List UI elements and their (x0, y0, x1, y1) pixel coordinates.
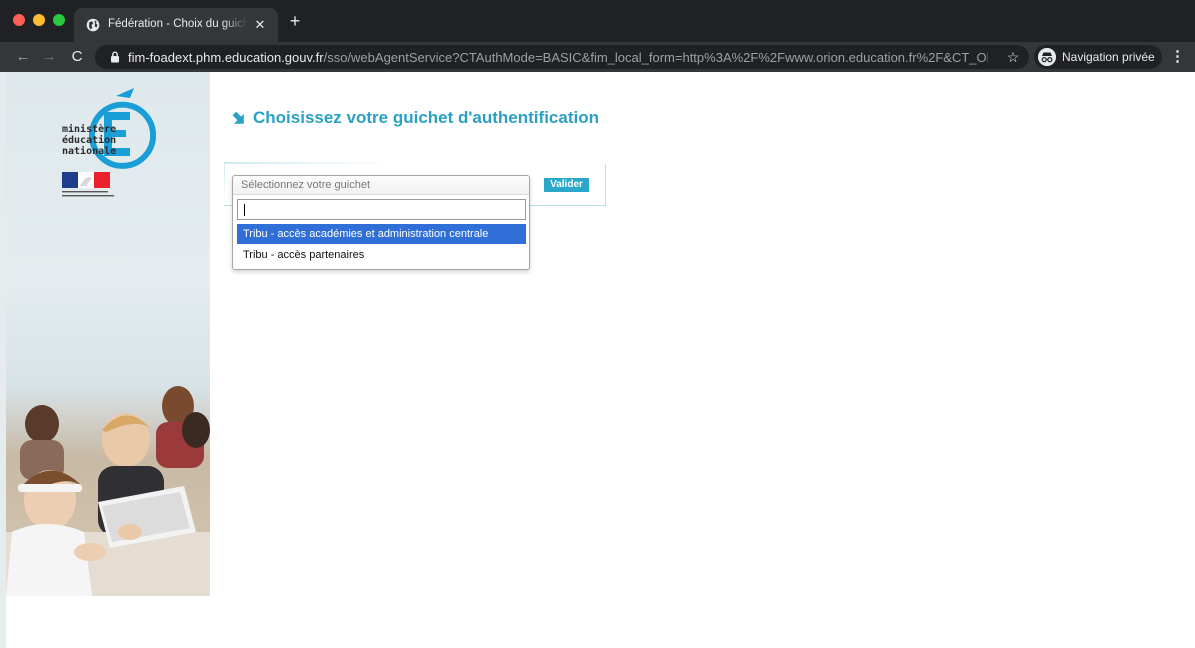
incognito-icon (1038, 48, 1056, 66)
minimize-window-button[interactable] (33, 14, 45, 26)
incognito-indicator[interactable]: Navigation privée (1034, 45, 1162, 69)
flag-caption-icon (62, 191, 114, 197)
close-window-button[interactable] (13, 14, 25, 26)
ministry-logo-text: ministère éducation nationale (62, 124, 116, 157)
url-text[interactable]: fim-foadext.phm.education.gouv.fr/sso/we… (128, 50, 988, 65)
maximize-window-button[interactable] (53, 14, 65, 26)
reload-icon[interactable]: C (68, 48, 86, 66)
guichet-select-current[interactable]: Sélectionnez votre guichet (233, 176, 529, 195)
guichet-search-input[interactable] (237, 199, 526, 220)
text-caret (244, 204, 245, 216)
guichet-select-dropdown[interactable]: Sélectionnez votre guichet Tribu - accès… (232, 175, 530, 270)
new-tab-button[interactable]: + (287, 12, 303, 30)
back-arrow-icon[interactable]: ← (14, 48, 32, 66)
close-tab-icon[interactable]: ✕ (252, 17, 268, 33)
arrow-down-right-icon (232, 112, 244, 124)
page-content: ministère éducation nationale Choisissez… (0, 72, 1195, 648)
browser-toolbar: ← → C fim-foadext.phm.education.gouv.fr/… (0, 42, 1195, 72)
incognito-label: Navigation privée (1062, 50, 1155, 64)
logo-line-3: nationale (62, 146, 117, 157)
lock-icon (111, 51, 119, 63)
option-tribu-partenaires[interactable]: Tribu - accès partenaires (237, 245, 526, 265)
valider-button[interactable]: Valider (544, 178, 589, 192)
republique-francaise-flag-icon (62, 172, 110, 188)
students-photo (6, 382, 210, 596)
sidebar-banner: ministère éducation nationale (6, 72, 210, 596)
forward-arrow-icon[interactable]: → (40, 48, 58, 66)
browser-tab-bar: Fédération - Choix du guichet d ✕ + (0, 0, 1195, 42)
url-host: fim-foadext.phm.education.gouv.fr (128, 50, 324, 65)
tab-title: Fédération - Choix du guichet d (108, 18, 248, 30)
browser-menu-icon[interactable]: ⋮ (1170, 48, 1185, 66)
url-path: /sso/webAgentService?CTAuthMode=BASIC&fi… (323, 50, 988, 65)
active-tab[interactable]: Fédération - Choix du guichet d ✕ (74, 8, 278, 42)
bookmark-star-icon[interactable]: ☆ (1005, 48, 1021, 66)
option-tribu-academies[interactable]: Tribu - accès académies et administratio… (237, 224, 526, 244)
logo-line-2: éducation (62, 135, 117, 146)
logo-line-1: ministère (62, 124, 117, 135)
ministry-logo: ministère éducation nationale (46, 86, 166, 176)
address-bar[interactable]: fim-foadext.phm.education.gouv.fr/sso/we… (95, 45, 1029, 69)
page-title: Choisissez votre guichet d'authentificat… (253, 108, 599, 127)
globe-icon (86, 18, 100, 32)
